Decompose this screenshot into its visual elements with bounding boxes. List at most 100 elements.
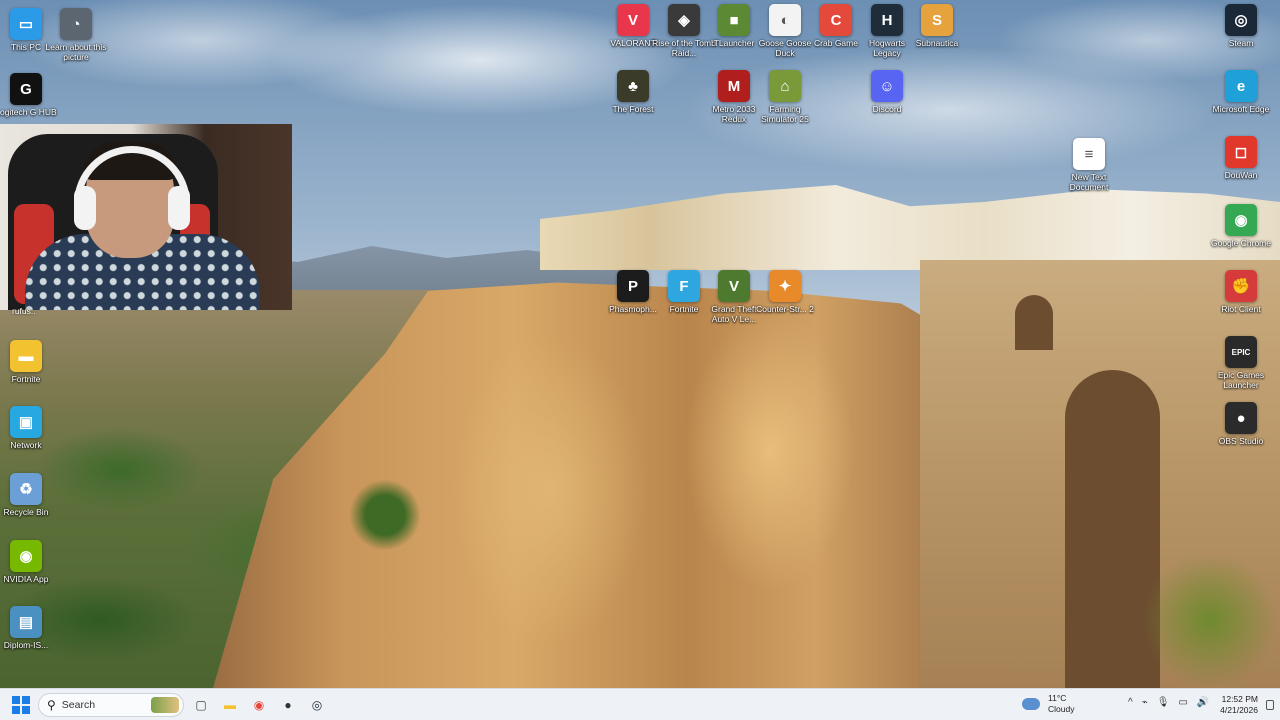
edge-icon: e: [1225, 70, 1257, 102]
desktop-icon-goose[interactable]: ◐ Goose Goose Duck: [759, 4, 811, 58]
riot-icon: ✊: [1225, 270, 1257, 302]
desktop-icon-label: Fortnite: [11, 374, 41, 384]
chrome-icon: ◉: [1225, 204, 1257, 236]
desktop-icon-label: Microsoft Edge: [1212, 104, 1270, 114]
obs-icon: ●: [1225, 402, 1257, 434]
desktop-icon-label: Network: [10, 440, 42, 450]
desktop-icon-epic[interactable]: EPIC Epic Games Launcher: [1215, 336, 1267, 390]
desktop-icon-learn-picture[interactable]: ◔ Learn about this picture: [46, 8, 106, 62]
gta-icon: V: [718, 270, 750, 302]
desktop-icon-recycle-bin[interactable]: ♻ Recycle Bin: [0, 473, 52, 517]
the-forest-icon: ♣: [617, 70, 649, 102]
taskbar-chrome-icon[interactable]: ◉: [248, 694, 270, 716]
desktop-icon-obs[interactable]: ● OBS Studio: [1215, 402, 1267, 446]
search-highlight-image: [151, 697, 179, 713]
logitech-icon: G: [10, 73, 42, 105]
goose-icon: ◐: [769, 4, 801, 36]
desktop-icon-tomb-raider[interactable]: ◈ Rise of the Tomb Raid...: [652, 4, 716, 58]
desktop-icon-hogwarts[interactable]: H Hogwarts Legacy: [861, 4, 913, 58]
fortnite-folder-icon: ▬: [10, 340, 42, 372]
metro-icon: M: [718, 70, 750, 102]
search-input[interactable]: ⚲ Search: [38, 693, 184, 717]
desktop-icon-counter-strike[interactable]: ✦ Counter-Str... 2: [756, 270, 814, 314]
phasmophobia-icon: P: [617, 270, 649, 302]
desktop-icon-label: Farming Simulator 25: [761, 104, 809, 124]
taskbar-file-explorer-icon[interactable]: ▬: [219, 694, 241, 716]
learn-picture-icon: ◔: [60, 8, 92, 40]
new-text-icon: ≡: [1073, 138, 1105, 170]
desktop-icon-label: Epic Games Launcher: [1217, 370, 1265, 390]
this-pc-icon: ▭: [10, 8, 42, 40]
taskbar: ⚲ Search ▢ ▬ ◉ ● ◎ 11°C Cloudy ^ ⌁ 🎙 ▭ 🔊 12:52 P…: [0, 688, 1280, 720]
notification-icon[interactable]: [1266, 700, 1274, 710]
desktop-icon-label: Steam: [1228, 38, 1254, 48]
desktop-icon-label: The Forest: [612, 104, 654, 114]
weather-temp: 11°C: [1048, 693, 1067, 703]
desktop-icon-label: New Text Document: [1069, 172, 1109, 192]
desktop-icon-logitech[interactable]: G Logitech G HUB: [0, 73, 57, 117]
nvidia-icon: ◉: [10, 540, 42, 572]
webcam-overlay: [0, 124, 292, 310]
desktop-icon-douwan[interactable]: ◻ DouWan: [1215, 136, 1267, 180]
start-button[interactable]: [12, 696, 30, 714]
tray-icon[interactable]: ⌁: [1142, 697, 1148, 708]
counter-strike-icon: ✦: [769, 270, 801, 302]
tray-icon[interactable]: 🎙: [1157, 697, 1170, 708]
desktop-icon-label: Logitech G HUB: [0, 107, 57, 117]
desktop-icon-label: DouWan: [1224, 170, 1258, 180]
desktop-icon-the-forest[interactable]: ♣ The Forest: [607, 70, 659, 114]
epic-icon: EPIC: [1225, 336, 1257, 368]
headphone-cup: [168, 186, 190, 230]
crab-game-icon: C: [820, 4, 852, 36]
tray-icon[interactable]: 🔊: [1197, 697, 1209, 708]
desktop-icon-label: Counter-Str... 2: [756, 304, 814, 314]
desktop-icon-label: OBS Studio: [1218, 436, 1264, 446]
desktop-icon-diplom[interactable]: ▤ Diplom-IS...: [0, 606, 52, 650]
clock[interactable]: 12:52 PM 4/21/2026: [1220, 694, 1258, 716]
desktop-icon-label: Subnautica: [915, 38, 959, 48]
desktop-icon-label: Google Chrome: [1210, 238, 1271, 248]
network-icon: ▣: [10, 406, 42, 438]
weather-condition: Cloudy: [1048, 704, 1075, 714]
desktop-icon-steam[interactable]: ◎ Steam: [1215, 4, 1267, 48]
system-tray: ^ ⌁ 🎙 ▭ 🔊: [1128, 697, 1209, 708]
hogwarts-icon: H: [871, 4, 903, 36]
taskbar-obs-icon[interactable]: ●: [277, 694, 299, 716]
tray-icon[interactable]: ^: [1128, 697, 1133, 708]
desktop-icon-label: Diplom-IS...: [3, 640, 49, 650]
desktop-icon-riot[interactable]: ✊ Riot Client: [1215, 270, 1267, 314]
recycle-bin-icon: ♻: [10, 473, 42, 505]
clock-time: 12:52 PM: [1221, 694, 1258, 704]
tlauncher-icon: ■: [718, 4, 750, 36]
taskbar-task-view-icon[interactable]: ▢: [190, 694, 212, 716]
clock-date: 4/21/2026: [1220, 705, 1258, 715]
weather-widget[interactable]: 11°C Cloudy: [1022, 693, 1074, 715]
shrub: [350, 480, 420, 550]
farming-icon: ⌂: [769, 70, 801, 102]
fortnite-icon: F: [668, 270, 700, 302]
diplom-icon: ▤: [10, 606, 42, 638]
taskbar-steam-icon[interactable]: ◎: [306, 694, 328, 716]
desktop-icon-label: NVIDIA App: [3, 574, 49, 584]
desktop-icon-label: Learn about this picture: [45, 42, 107, 62]
partial-icon-label: rufus..: [12, 306, 36, 316]
cloud-icon: [1022, 698, 1040, 710]
valorant-icon: V: [617, 4, 649, 36]
desktop-icon-network[interactable]: ▣ Network: [0, 406, 52, 450]
tray-icon[interactable]: ▭: [1178, 697, 1187, 708]
desktop-icon-label: Riot Client: [1221, 304, 1261, 314]
desktop-icon-gta[interactable]: V Grand Theft Auto V Le...: [708, 270, 760, 324]
desktop-icon-discord[interactable]: ☺ Discord: [861, 70, 913, 114]
bridge-small-arch: [1015, 295, 1053, 350]
desktop-icon-fortnite-folder[interactable]: ▬ Fortnite: [0, 340, 52, 384]
tomb-raider-icon: ◈: [668, 4, 700, 36]
douwan-icon: ◻: [1225, 136, 1257, 168]
desktop-icon-subnautica[interactable]: S Subnautica: [911, 4, 963, 48]
desktop-icon-farming[interactable]: ⌂ Farming Simulator 25: [759, 70, 811, 124]
desktop-icon-edge[interactable]: e Microsoft Edge: [1213, 70, 1269, 114]
desktop-icon-nvidia[interactable]: ◉ NVIDIA App: [0, 540, 52, 584]
desktop-icon-chrome[interactable]: ◉ Google Chrome: [1211, 204, 1271, 248]
greenery: [1120, 520, 1280, 688]
desktop-icon-label: Recycle Bin: [3, 507, 49, 517]
desktop-icon-new-text[interactable]: ≡ New Text Document: [1063, 138, 1115, 192]
